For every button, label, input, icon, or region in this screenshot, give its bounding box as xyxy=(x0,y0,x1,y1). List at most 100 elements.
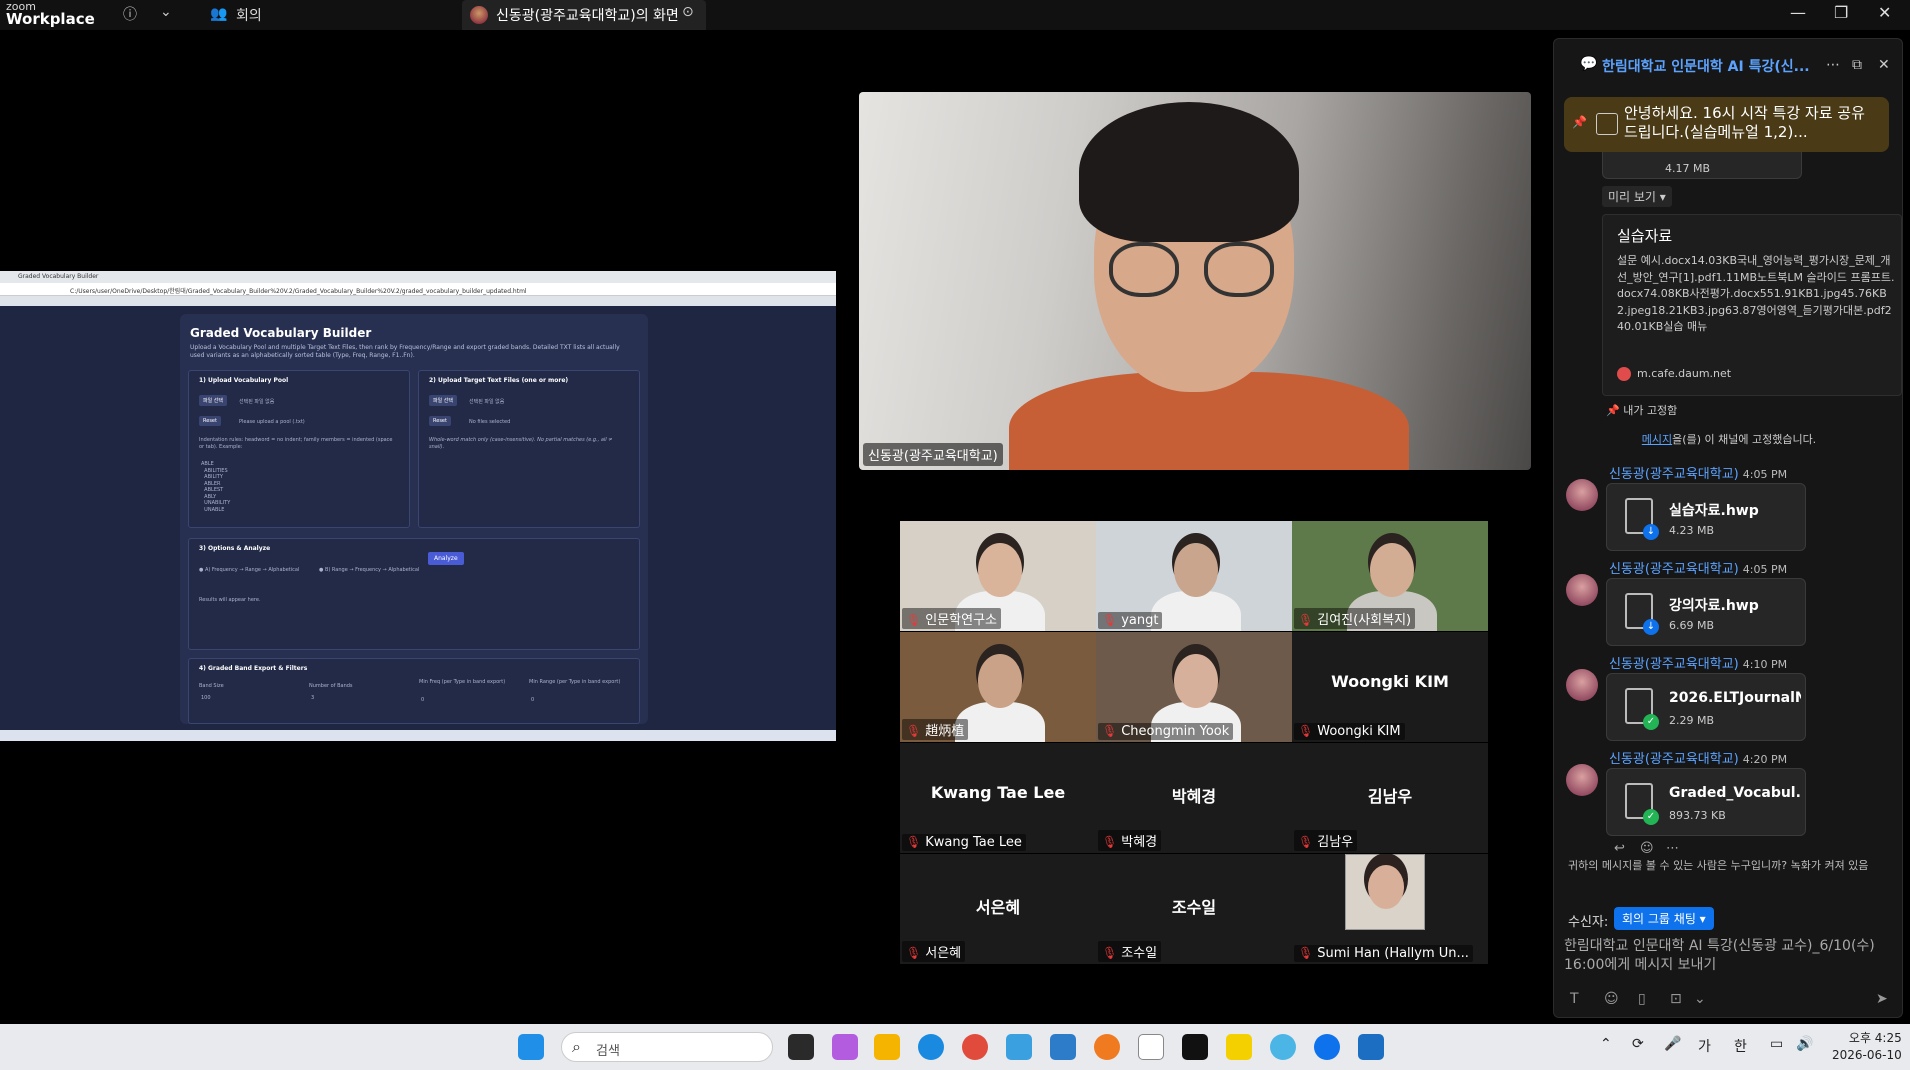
more-icon[interactable]: ⋯ xyxy=(1666,841,1679,856)
file-card[interactable]: ✓ Graded_Vocabul... 893.73 KB xyxy=(1606,768,1806,836)
zoom-icon[interactable] xyxy=(1314,1034,1340,1060)
emoji-icon[interactable]: ☺ xyxy=(1640,841,1654,856)
avatar xyxy=(470,6,488,24)
info-icon[interactable]: ⓘ xyxy=(123,4,137,24)
avatar[interactable] xyxy=(1566,479,1598,511)
participant-face xyxy=(1174,543,1218,597)
avatar[interactable] xyxy=(1566,764,1598,796)
windows-taskbar: ⌕ 검색 ⌃ ⟳ 🎤 가 한 ▭ 🔊 오후 4:25 2026-06-10 xyxy=(0,1024,1910,1070)
notepad-icon[interactable] xyxy=(1138,1034,1164,1060)
sticky-notes-icon[interactable] xyxy=(1182,1034,1208,1060)
message-sender[interactable]: 신동광(광주교육대학교) 4:05 PM xyxy=(1609,558,1787,577)
participant-name: 🎙 서은혜 xyxy=(902,941,966,962)
chevron-up-icon[interactable]: ⌃ xyxy=(1600,1036,1612,1052)
participant-photo xyxy=(1345,854,1425,930)
app-window-icon[interactable] xyxy=(1358,1034,1384,1060)
pinned-message[interactable]: 📌 안녕하세요. 16시 시작 특강 자료 공유 드립니다.(실습메뉴얼 1,2… xyxy=(1564,97,1889,152)
copilot-icon[interactable] xyxy=(832,1034,858,1060)
participant-tile[interactable]: 🎙 Cheongmin Yook xyxy=(1096,632,1292,742)
minimize-icon[interactable]: — xyxy=(1790,3,1806,22)
participant-tile[interactable]: 🎙 趙炳植 xyxy=(900,632,1096,742)
message-sender[interactable]: 신동광(광주교육대학교) 4:10 PM xyxy=(1609,653,1787,672)
meeting-tab[interactable]: 회의 xyxy=(236,5,262,25)
microphone-icon[interactable]: 🎤 xyxy=(1664,1036,1681,1052)
chevron-down-icon[interactable]: ⌄ xyxy=(1694,991,1706,1007)
participant-tile[interactable]: 박혜경 🎙 박혜경 xyxy=(1096,743,1292,853)
message-input[interactable]: 한림대학교 인문대학 AI 특강(신동광 교수)_6/10(수) 16:00에게… xyxy=(1564,937,1894,975)
popout-icon[interactable]: ⧉ xyxy=(1852,57,1862,73)
participant-name-text: Cheongmin Yook xyxy=(1121,724,1230,739)
file-icon[interactable]: ▯ xyxy=(1638,991,1646,1007)
participant-tile[interactable]: Kwang Tae Lee 🎙 Kwang Tae Lee xyxy=(900,743,1096,853)
participant-tile[interactable]: 🎙 Sumi Han (Hallym Un... xyxy=(1292,854,1488,964)
task-view-icon[interactable] xyxy=(788,1034,814,1060)
chat-icon: 💬 xyxy=(1580,56,1598,72)
participant-name: 🎙 Woongki KIM xyxy=(1294,723,1405,740)
file-card[interactable]: ↓ 실습자료.hwp 4.23 MB xyxy=(1606,483,1806,551)
search-box[interactable]: ⌕ 검색 xyxy=(561,1032,773,1062)
speaker-icon[interactable]: 🔊 xyxy=(1796,1036,1813,1052)
folder-icon[interactable] xyxy=(874,1034,900,1060)
participant-display-name: Woongki KIM xyxy=(1331,672,1449,691)
edge-icon[interactable] xyxy=(918,1034,944,1060)
participant-tile[interactable]: 서은혜 🎙 서은혜 xyxy=(900,854,1096,964)
ime-indicator[interactable]: 가 xyxy=(1698,1036,1711,1056)
zoom-window: zoom Workplace ⓘ ⌄ 👥 회의 신동광(광주교육대학교)의 화면… xyxy=(0,0,1910,1070)
clock[interactable]: 오후 4:25 2026-06-10 xyxy=(1832,1030,1902,1064)
restore-icon[interactable]: ❐ xyxy=(1834,3,1848,22)
shared-screen[interactable]: Graded Vocabulary Builder C:/Users/user/… xyxy=(0,271,836,741)
participant-name: 🎙 Sumi Han (Hallym Un... xyxy=(1294,945,1473,962)
speaker-video[interactable]: 신동광(광주교육대학교) xyxy=(859,92,1531,470)
emoji-icon[interactable]: ☺ xyxy=(1604,991,1619,1007)
sync-icon[interactable]: ⟳ xyxy=(1632,1036,1644,1052)
snipping-icon[interactable] xyxy=(1006,1034,1032,1060)
sender-name: 신동광(광주교육대학교) xyxy=(1609,562,1739,577)
avatar[interactable] xyxy=(1566,669,1598,701)
chrome-icon[interactable] xyxy=(962,1034,988,1060)
search-app-icon[interactable] xyxy=(1094,1034,1120,1060)
check-icon: ✓ xyxy=(1643,809,1659,825)
participant-face xyxy=(978,654,1022,708)
speaker-figure xyxy=(1009,102,1409,470)
avatar[interactable] xyxy=(1566,574,1598,606)
file-card[interactable]: ✓ 2026.ELTJournalN... 2.29 MB xyxy=(1606,673,1806,741)
app-icon[interactable] xyxy=(1050,1034,1076,1060)
ime-mode[interactable]: 한 xyxy=(1734,1036,1747,1056)
participant-name-text: 서은혜 xyxy=(925,946,962,961)
more-options-icon[interactable]: ⊙ xyxy=(682,4,694,20)
chevron-down-icon[interactable]: ⌄ xyxy=(160,4,172,20)
start-icon[interactable] xyxy=(518,1034,544,1060)
more-icon[interactable]: ⋯ xyxy=(1826,57,1840,73)
file-card[interactable]: ↓ 강의자료.hwp 6.69 MB xyxy=(1606,578,1806,646)
send-icon[interactable]: ➤ xyxy=(1876,991,1888,1007)
sender-name: 신동광(광주교육대학교) xyxy=(1609,752,1739,767)
preview-dropdown[interactable]: 미리 보기 ▾ xyxy=(1602,186,1672,207)
close-icon[interactable]: ✕ xyxy=(1878,57,1890,73)
screenshot-icon[interactable]: ⊡ xyxy=(1670,991,1682,1007)
participant-tile[interactable]: 조수일 🎙 조수일 xyxy=(1096,854,1292,964)
participant-name: 🎙 인문학연구소 xyxy=(902,608,1001,629)
mic-muted-icon: 🎙 xyxy=(906,724,922,738)
message-sender[interactable]: 신동광(광주교육대학교) 4:20 PM xyxy=(1609,748,1787,767)
message-sender[interactable]: 신동광(광주교육대학교) 4:05 PM xyxy=(1609,463,1787,482)
participant-tile[interactable]: 김남우 🎙 김남우 xyxy=(1292,743,1488,853)
participant-tile[interactable]: Woongki KIM 🎙 Woongki KIM xyxy=(1292,632,1488,742)
participant-tile[interactable]: 🎙 인문학연구소 xyxy=(900,521,1096,631)
close-icon[interactable]: ✕ xyxy=(1878,3,1891,22)
participant-tile[interactable]: 🎙 김여진(사회복지) xyxy=(1292,521,1488,631)
mic-muted-icon: 🎙 xyxy=(906,613,922,627)
weather-icon[interactable] xyxy=(1270,1034,1296,1060)
mic-muted-icon: 🎙 xyxy=(1298,613,1314,627)
export-panel: 4) Graded Band Export & Filters Band Siz… xyxy=(188,658,640,724)
network-icon[interactable]: ▭ xyxy=(1770,1036,1783,1052)
kakaotalk-icon[interactable] xyxy=(1226,1034,1252,1060)
title-bar: zoom Workplace ⓘ ⌄ 👥 회의 신동광(광주교육대학교)의 화면… xyxy=(0,0,1910,30)
participant-tile[interactable]: 🎙 yangt xyxy=(1096,521,1292,631)
recipient-select[interactable]: 회의 그룹 채팅 ▾ xyxy=(1614,907,1714,930)
participant-name-text: Woongki KIM xyxy=(1317,724,1401,739)
format-icon[interactable]: T xyxy=(1570,991,1579,1007)
link-attachment-card[interactable]: 실습자료 설문 예시.docx14.03KB국내_영어능력_평가시장_문제_개선… xyxy=(1602,214,1902,396)
screen-share-tab[interactable]: 신동광(광주교육대학교)의 화면 ⊙ xyxy=(462,0,706,30)
participants-icon: 👥 xyxy=(210,6,228,22)
reply-icon[interactable]: ↩ xyxy=(1614,841,1625,856)
